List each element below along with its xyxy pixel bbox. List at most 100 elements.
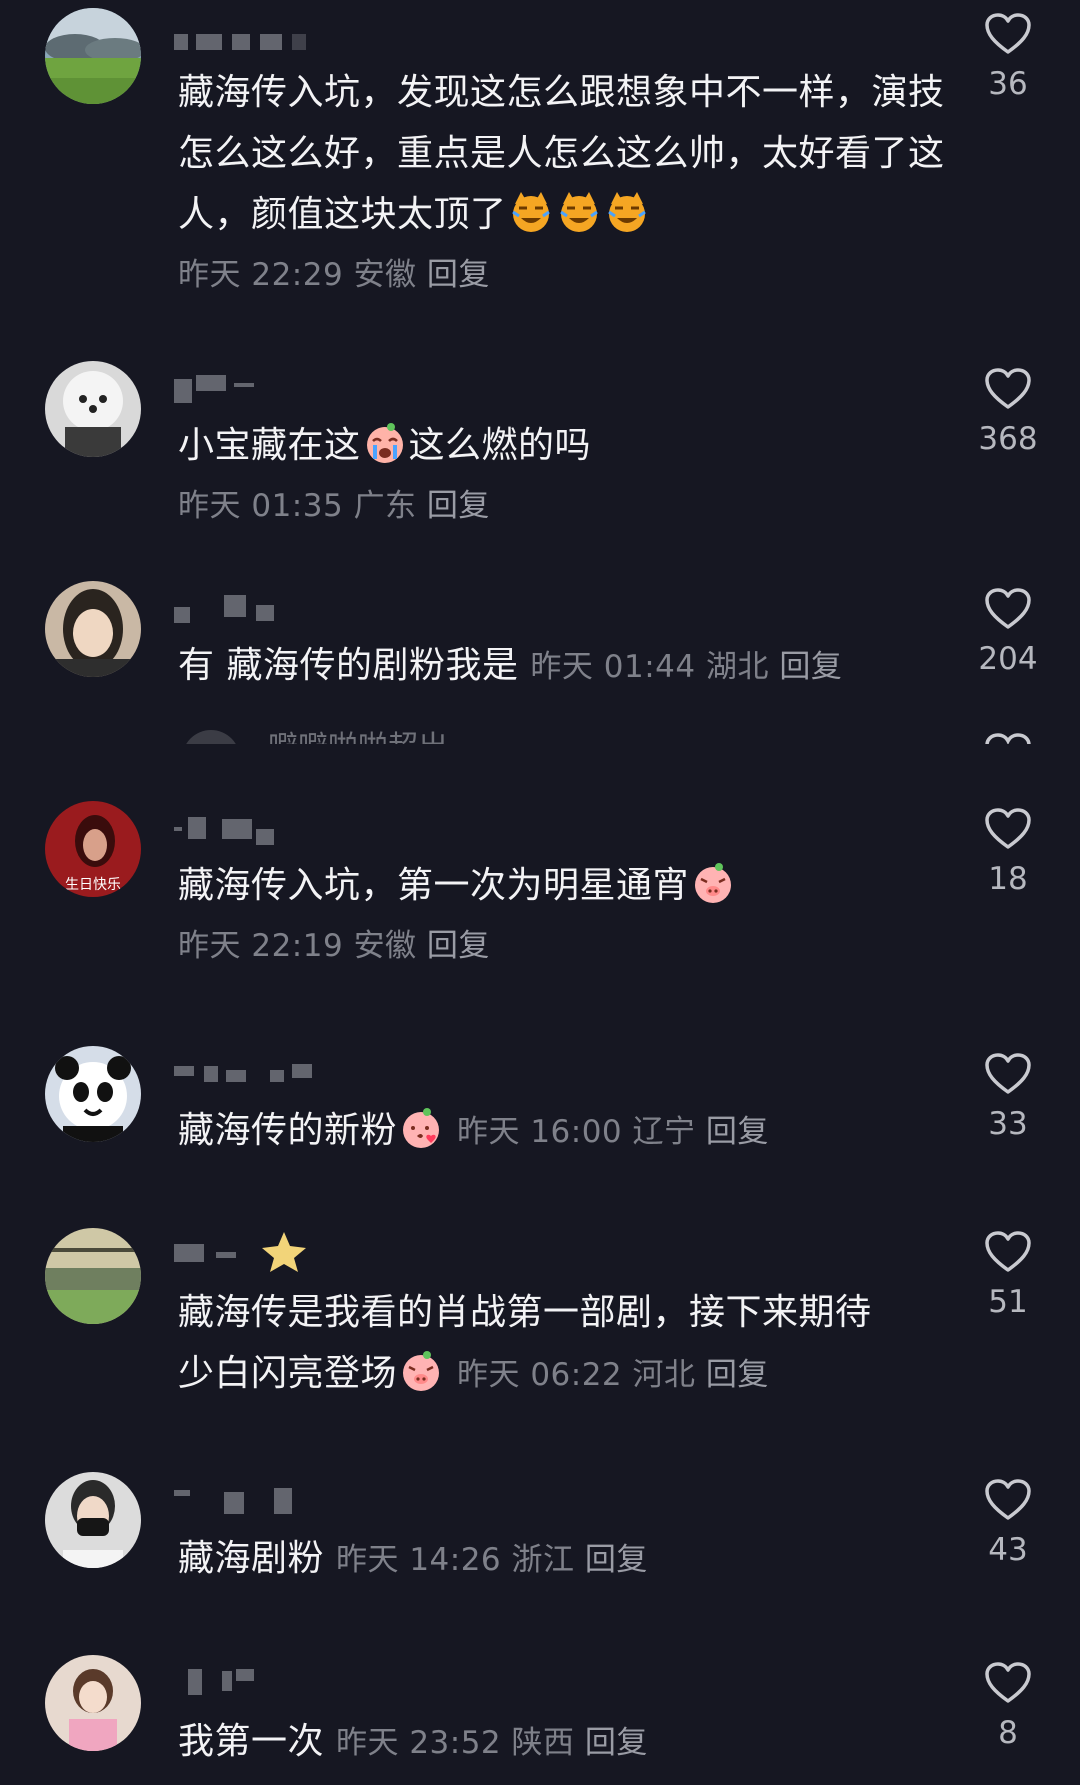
like-count: 36 [988, 66, 1028, 102]
heart-icon[interactable] [984, 1478, 1032, 1522]
reply-button[interactable]: 回复 [706, 1114, 769, 1150]
location: 辽宁 [632, 1114, 696, 1150]
like-count: 368 [978, 421, 1038, 457]
location: 安徽 [353, 257, 417, 293]
heart-icon[interactable] [984, 1052, 1032, 1096]
like-count: 43 [988, 1532, 1028, 1568]
reply-button[interactable]: 回复 [585, 1725, 648, 1761]
comment-item: 生日快乐 藏海传入坑，第一次为明星通宵 昨天 22:19 安徽 回复 18 [0, 795, 1080, 995]
pig-face-icon [695, 863, 732, 903]
reply-button[interactable]: 回复 [427, 928, 490, 964]
cat-laughing-crying-icon [607, 192, 646, 232]
timestamp: 昨天 16:00 [456, 1114, 623, 1150]
avatar[interactable] [45, 1472, 141, 1568]
comment-text: 藏海传的新粉 昨天 16:00 辽宁 回复 [178, 1100, 948, 1163]
comment-text: 有 藏海传的剧粉我是 昨天 01:44 湖北 回复 [178, 635, 948, 698]
username-blurred[interactable] [174, 585, 314, 623]
reply-button[interactable]: 回复 [706, 1357, 769, 1393]
timestamp: 昨天 01:44 [530, 649, 696, 685]
avatar[interactable]: 生日快乐 [45, 801, 141, 897]
username-blurred[interactable] [174, 1062, 314, 1086]
reply-button[interactable]: 回复 [427, 488, 490, 524]
comment-body: 藏海传入坑，第一次为明星通宵 [178, 865, 690, 906]
like-count: 204 [978, 641, 1038, 677]
location: 陕西 [511, 1725, 575, 1761]
comment-meta: 昨天 22:29 安徽 回复 [178, 245, 948, 306]
username-blurred[interactable] [174, 813, 314, 845]
location: 浙江 [511, 1542, 575, 1578]
avatar[interactable] [45, 581, 141, 677]
pig-kiss-icon [403, 1108, 440, 1148]
comment-body: 这么燃的吗 [408, 425, 592, 466]
comment-text: 藏海剧粉 昨天 14:26 浙江 回复 [178, 1528, 948, 1591]
comment-body: 小宝藏在这 [178, 425, 361, 466]
reply-button[interactable]: 回复 [427, 257, 490, 293]
like-button[interactable]: 33 [968, 1052, 1048, 1142]
like-button[interactable]: 204 [968, 587, 1048, 677]
heart-icon[interactable] [984, 807, 1032, 851]
avatar[interactable] [45, 1655, 141, 1751]
username-blurred[interactable] [174, 1488, 314, 1514]
like-button[interactable]: 43 [968, 1478, 1048, 1568]
pig-face-icon [403, 1351, 440, 1391]
comment-body: 藏海剧粉 [178, 1538, 325, 1579]
like-button[interactable]: 36 [968, 12, 1048, 102]
comment-item: 我第一次 昨天 23:52 陕西 回复 8 [0, 1655, 1080, 1785]
comment-body: 藏海传是我看的肖战第一部剧，接下来期待 [178, 1292, 872, 1333]
avatar-caption: 生日快乐 [65, 877, 121, 893]
timestamp: 昨天 01:35 [178, 488, 344, 524]
comment-item: 藏海传入坑，发现这怎么跟想象中不一样，演技怎么这么好，重点是人怎么这么帅，太好看… [0, 0, 1080, 320]
crying-face-icon [366, 423, 403, 463]
comment-text: 我第一次 昨天 23:52 陕西 回复 [178, 1711, 948, 1774]
username-blurred[interactable] [174, 1669, 314, 1695]
avatar[interactable] [45, 361, 141, 457]
reply-button[interactable]: 回复 [779, 649, 842, 685]
comment-meta: 昨天 22:19 安徽 回复 [178, 916, 948, 977]
location: 河北 [632, 1357, 696, 1393]
comment-text: 小宝藏在这 这么燃的吗 昨天 01:35 广东 回复 [178, 415, 948, 537]
avatar [182, 730, 240, 744]
cat-laughing-crying-icon [559, 192, 598, 232]
avatar[interactable] [45, 1046, 141, 1142]
comment-meta: 昨天 06:22 河北 回复 [457, 1357, 769, 1393]
like-count: 51 [988, 1284, 1028, 1320]
comment-item: 藏海传的新粉 昨天 16:00 辽宁 回复 33 [0, 1040, 1080, 1200]
comment-text: 藏海传是我看的肖战第一部剧，接下来期待 少白闪亮登场 昨天 06:22 河北 回… [178, 1282, 948, 1406]
comment-body: 我第一次 [178, 1721, 325, 1762]
reply-button[interactable]: 回复 [585, 1542, 648, 1578]
comment-body: 藏海传的新粉 [178, 1110, 398, 1151]
comment-item: 藏海剧粉 昨天 14:26 浙江 回复 43 [0, 1470, 1080, 1620]
heart-icon[interactable] [984, 587, 1032, 631]
avatar[interactable] [45, 8, 141, 104]
username-blurred[interactable] [174, 365, 314, 403]
comment-meta: 昨天 16:00 辽宁 回复 [457, 1114, 769, 1150]
badge-icon [262, 1232, 306, 1272]
avatar[interactable] [45, 1228, 141, 1324]
heart-icon[interactable] [984, 12, 1032, 56]
folded-reply-text: 噼噼啪啪超出 [268, 728, 448, 744]
comment-item: 有 藏海传的剧粉我是 昨天 01:44 湖北 回复 204 [0, 575, 1080, 725]
heart-icon[interactable] [984, 1661, 1032, 1705]
like-button[interactable]: 8 [968, 1661, 1048, 1785]
folded-reply[interactable]: 噼噼啪啪超出 [0, 728, 1080, 744]
comment-item: 藏海传是我看的肖战第一部剧，接下来期待 少白闪亮登场 昨天 06:22 河北 回… [0, 1222, 1080, 1422]
timestamp: 昨天 14:26 [335, 1542, 502, 1578]
heart-icon[interactable] [984, 367, 1032, 411]
comment-meta: 昨天 14:26 浙江 回复 [336, 1542, 648, 1578]
timestamp: 昨天 06:22 [456, 1357, 623, 1393]
comment-text: 藏海传入坑，第一次为明星通宵 昨天 22:19 安徽 回复 [178, 855, 948, 977]
comment-body: 有 藏海传的剧粉我是 [178, 645, 519, 686]
username-blurred[interactable] [174, 28, 314, 52]
comment-meta: 昨天 23:52 陕西 回复 [336, 1725, 648, 1761]
comment-item: 小宝藏在这 这么燃的吗 昨天 01:35 广东 回复 368 [0, 355, 1080, 555]
comment-body: 少白闪亮登场 [178, 1353, 398, 1394]
cat-laughing-crying-icon [511, 192, 550, 232]
timestamp: 昨天 22:29 [178, 257, 344, 293]
heart-icon[interactable] [984, 1230, 1032, 1274]
like-button[interactable]: 18 [968, 807, 1048, 897]
heart-icon[interactable] [984, 732, 1032, 744]
like-button[interactable]: 368 [968, 367, 1048, 457]
like-count: 8 [998, 1715, 1018, 1751]
like-button[interactable]: 51 [968, 1230, 1048, 1320]
like-count: 18 [988, 861, 1028, 897]
